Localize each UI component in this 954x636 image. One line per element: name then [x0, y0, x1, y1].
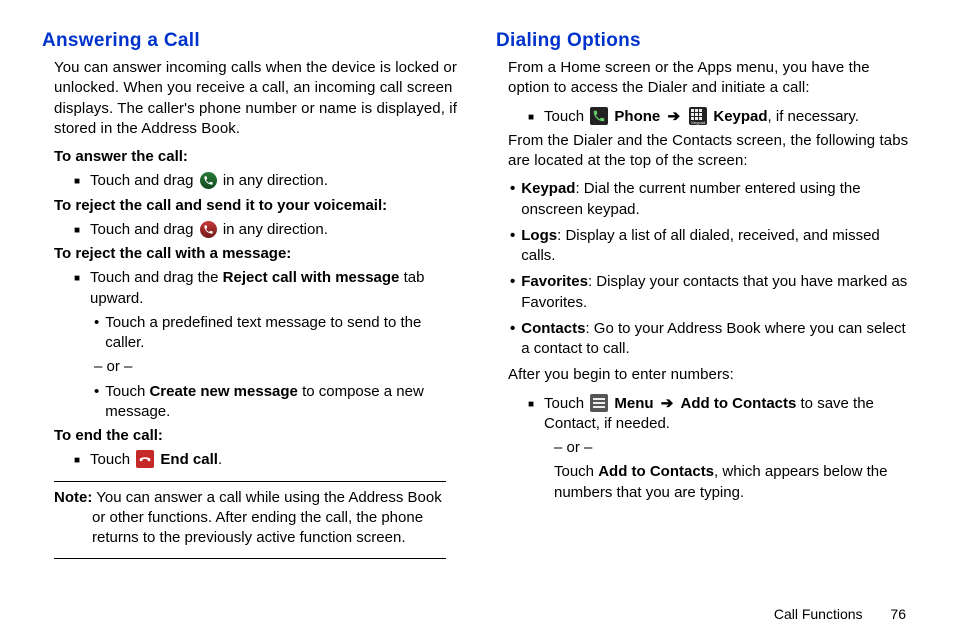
- text: Touch: [90, 451, 130, 468]
- text: Touch: [544, 395, 584, 412]
- list-item: ■ Touch Menu ➔ Add to Contacts to save t…: [528, 394, 912, 435]
- heading-dialing-options: Dialing Options: [496, 30, 912, 52]
- arrow-icon: ➔: [667, 108, 680, 125]
- sub-heading-reject-message: To reject the call with a message:: [54, 244, 458, 264]
- right-column: Dialing Options From a Home screen or th…: [496, 30, 912, 565]
- list-item: • Logs: Display a list of all dialed, re…: [508, 226, 912, 267]
- footer-page-number: 76: [890, 606, 906, 622]
- bold-label: End call: [160, 451, 218, 468]
- bold-label: Keypad: [713, 108, 767, 125]
- square-bullet-icon: ■: [74, 224, 80, 238]
- or-separator: – or –: [554, 438, 912, 458]
- bold-label: Logs: [521, 227, 557, 244]
- bold-label: Contacts: [521, 320, 585, 337]
- bullet-icon: •: [510, 226, 515, 246]
- phone-answer-icon: [200, 172, 217, 189]
- bullet-icon: •: [510, 179, 515, 199]
- arrow-icon: ➔: [661, 395, 674, 412]
- list-item: ■ Touch End call.: [74, 450, 458, 470]
- keypad-icon: Keypad: [689, 107, 707, 125]
- bold-label: Reject call with message: [223, 269, 400, 286]
- divider: [54, 558, 446, 559]
- footer-section-name: Call Functions: [774, 606, 863, 622]
- menu-icon: [590, 394, 608, 412]
- text: in any direction.: [223, 221, 328, 238]
- paragraph: From the Dialer and the Contacts screen,…: [508, 131, 912, 172]
- bold-label: Add to Contacts: [598, 463, 714, 480]
- note-label: Note:: [54, 489, 92, 506]
- sub-heading-answer: To answer the call:: [54, 147, 458, 167]
- bullet-icon: •: [510, 272, 515, 292]
- note-text: You can answer a call while using the Ad…: [92, 489, 442, 547]
- text: Touch: [105, 383, 145, 400]
- phone-reject-icon: [200, 221, 217, 238]
- list-item: • Contacts: Go to your Address Book wher…: [508, 319, 912, 360]
- text: .: [218, 451, 222, 468]
- bold-label: Keypad: [521, 180, 575, 197]
- bold-label: Add to Contacts: [681, 395, 797, 412]
- text: , if necessary.: [768, 108, 859, 125]
- text: Touch: [554, 463, 594, 480]
- text: Touch and drag: [90, 221, 193, 238]
- bold-label: Menu: [614, 395, 653, 412]
- bold-label: Create new message: [149, 383, 297, 400]
- square-bullet-icon: ■: [74, 175, 80, 189]
- intro-paragraph: From a Home screen or the Apps menu, you…: [508, 58, 912, 99]
- text: in any direction.: [223, 172, 328, 189]
- text: Touch and drag the: [90, 269, 218, 286]
- or-separator: – or –: [94, 357, 458, 377]
- text: – or –: [94, 357, 132, 377]
- sub-list-item: • Touch Create new message to compose a …: [94, 382, 458, 423]
- list-item-continuation: Touch Add to Contacts, which appears bel…: [554, 462, 912, 503]
- divider: [54, 481, 446, 482]
- list-item: ■ Touch and drag in any direction.: [74, 171, 458, 191]
- paragraph: After you begin to enter numbers:: [508, 365, 912, 385]
- square-bullet-icon: ■: [74, 454, 80, 468]
- square-bullet-icon: ■: [528, 111, 534, 125]
- text: Touch: [544, 108, 584, 125]
- left-column: Answering a Call You can answer incoming…: [42, 30, 458, 565]
- bullet-icon: •: [94, 382, 99, 402]
- note-block: Note: You can answer a call while using …: [54, 488, 446, 549]
- sub-list-item: • Touch a predefined text message to sen…: [94, 313, 458, 354]
- list-item: ■ Touch and drag in any direction.: [74, 220, 458, 240]
- list-item: • Favorites: Display your contacts that …: [508, 272, 912, 313]
- end-call-icon: [136, 450, 154, 468]
- list-item: • Keypad: Dial the current number entere…: [508, 179, 912, 220]
- bullet-icon: •: [510, 319, 515, 339]
- square-bullet-icon: ■: [528, 398, 534, 412]
- heading-answering-a-call: Answering a Call: [42, 30, 458, 52]
- text: Touch a predefined text message to send …: [105, 313, 458, 354]
- bold-label: Favorites: [521, 273, 588, 290]
- text: : Display a list of all dialed, received…: [521, 227, 880, 264]
- sub-heading-end-call: To end the call:: [54, 426, 458, 446]
- square-bullet-icon: ■: [74, 272, 80, 286]
- page-footer: Call Functions 76: [774, 606, 906, 622]
- intro-paragraph: You can answer incoming calls when the d…: [54, 58, 458, 139]
- list-item: ■ Touch and drag the Reject call with me…: [74, 268, 458, 309]
- bullet-icon: •: [94, 313, 99, 333]
- sub-heading-reject-voicemail: To reject the call and send it to your v…: [54, 196, 458, 216]
- list-item: ■ Touch Phone ➔ Keypad Keypad, if necess…: [528, 107, 912, 127]
- bold-label: Phone: [614, 108, 660, 125]
- phone-app-icon: [590, 107, 608, 125]
- text: Touch and drag: [90, 172, 193, 189]
